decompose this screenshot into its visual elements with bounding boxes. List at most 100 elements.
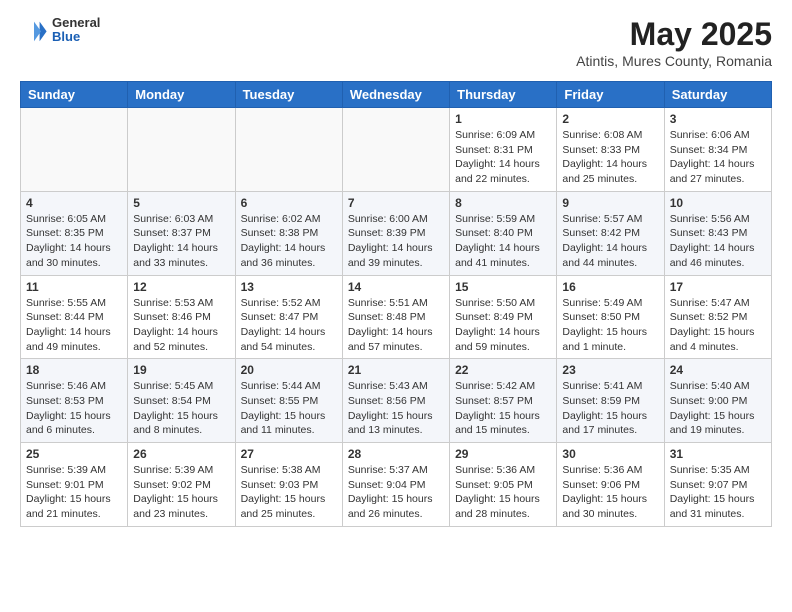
weekday-header-friday: Friday <box>557 82 664 108</box>
day-number: 9 <box>562 196 658 210</box>
day-info: Sunrise: 5:53 AM Sunset: 8:46 PM Dayligh… <box>133 296 229 355</box>
day-cell: 28Sunrise: 5:37 AM Sunset: 9:04 PM Dayli… <box>342 443 449 527</box>
day-number: 16 <box>562 280 658 294</box>
day-cell: 21 Sunrise: 5:43 AM Sunset: 8:56 PM Dayli… <box>342 359 449 443</box>
day-info: Sunrise: 5:44 AM Sunset: 8:55 PM Dayligh… <box>241 379 337 438</box>
logo-blue: Blue <box>52 30 100 44</box>
day-info: Sunrise: 5:55 AM Sunset: 8:44 PM Dayligh… <box>26 296 122 355</box>
weekday-header-saturday: Saturday <box>664 82 771 108</box>
day-number: 18 <box>26 363 122 377</box>
day-cell: 20 Sunrise: 5:44 AM Sunset: 8:55 PM Dayli… <box>235 359 342 443</box>
day-info: Sunrise: 6:03 AM Sunset: 8:37 PM Dayligh… <box>133 212 229 271</box>
day-number: 22 <box>455 363 551 377</box>
weekday-header-wednesday: Wednesday <box>342 82 449 108</box>
day-number: 17 <box>670 280 766 294</box>
logo-icon <box>20 16 48 44</box>
day-cell: 8 Sunrise: 5:59 AM Sunset: 8:40 PM Daylig… <box>450 191 557 275</box>
day-info: Sunrise: 5:51 AM Sunset: 8:48 PM Dayligh… <box>348 296 444 355</box>
day-cell: 24Sunrise: 5:40 AM Sunset: 9:00 PM Dayli… <box>664 359 771 443</box>
week-row-5: 25Sunrise: 5:39 AM Sunset: 9:01 PM Dayli… <box>21 443 772 527</box>
title-block: May 2025 Atintis, Mures County, Romania <box>576 16 772 69</box>
day-number: 2 <box>562 112 658 126</box>
day-info: Sunrise: 5:47 AM Sunset: 8:52 PM Dayligh… <box>670 296 766 355</box>
day-cell: 30Sunrise: 5:36 AM Sunset: 9:06 PM Dayli… <box>557 443 664 527</box>
day-number: 1 <box>455 112 551 126</box>
day-info: Sunrise: 5:50 AM Sunset: 8:49 PM Dayligh… <box>455 296 551 355</box>
day-cell: 13Sunrise: 5:52 AM Sunset: 8:47 PM Dayli… <box>235 275 342 359</box>
logo-general: General <box>52 16 100 30</box>
day-info: Sunrise: 6:08 AM Sunset: 8:33 PM Dayligh… <box>562 128 658 187</box>
day-number: 11 <box>26 280 122 294</box>
day-info: Sunrise: 5:43 AM Sunset: 8:56 PM Dayligh… <box>348 379 444 438</box>
logo-text: General Blue <box>52 16 100 45</box>
week-row-2: 4Sunrise: 6:05 AM Sunset: 8:35 PM Daylig… <box>21 191 772 275</box>
day-cell: 17 Sunrise: 5:47 AM Sunset: 8:52 PM Dayli… <box>664 275 771 359</box>
day-info: Sunrise: 5:39 AM Sunset: 9:01 PM Dayligh… <box>26 463 122 522</box>
day-number: 28 <box>348 447 444 461</box>
day-info: Sunrise: 5:46 AM Sunset: 8:53 PM Dayligh… <box>26 379 122 438</box>
day-cell: 7 Sunrise: 6:00 AM Sunset: 8:39 PM Daylig… <box>342 191 449 275</box>
day-number: 5 <box>133 196 229 210</box>
header: General Blue May 2025 Atintis, Mures Cou… <box>20 16 772 69</box>
logo: General Blue <box>20 16 100 45</box>
calendar-subtitle: Atintis, Mures County, Romania <box>576 53 772 69</box>
day-cell: 23 Sunrise: 5:41 AM Sunset: 8:59 PM Dayli… <box>557 359 664 443</box>
day-info: Sunrise: 5:36 AM Sunset: 9:05 PM Dayligh… <box>455 463 551 522</box>
day-cell: 26 Sunrise: 5:39 AM Sunset: 9:02 PM Dayli… <box>128 443 235 527</box>
day-cell <box>342 108 449 192</box>
day-info: Sunrise: 5:40 AM Sunset: 9:00 PM Dayligh… <box>670 379 766 438</box>
day-number: 19 <box>133 363 229 377</box>
day-number: 8 <box>455 196 551 210</box>
day-number: 27 <box>241 447 337 461</box>
day-info: Sunrise: 5:57 AM Sunset: 8:42 PM Dayligh… <box>562 212 658 271</box>
day-info: Sunrise: 5:38 AM Sunset: 9:03 PM Dayligh… <box>241 463 337 522</box>
weekday-header-sunday: Sunday <box>21 82 128 108</box>
day-number: 10 <box>670 196 766 210</box>
day-info: Sunrise: 5:45 AM Sunset: 8:54 PM Dayligh… <box>133 379 229 438</box>
day-info: Sunrise: 5:35 AM Sunset: 9:07 PM Dayligh… <box>670 463 766 522</box>
day-info: Sunrise: 6:06 AM Sunset: 8:34 PM Dayligh… <box>670 128 766 187</box>
day-info: Sunrise: 6:02 AM Sunset: 8:38 PM Dayligh… <box>241 212 337 271</box>
day-number: 12 <box>133 280 229 294</box>
day-cell: 4Sunrise: 6:05 AM Sunset: 8:35 PM Daylig… <box>21 191 128 275</box>
day-info: Sunrise: 5:41 AM Sunset: 8:59 PM Dayligh… <box>562 379 658 438</box>
day-info: Sunrise: 5:42 AM Sunset: 8:57 PM Dayligh… <box>455 379 551 438</box>
day-cell <box>235 108 342 192</box>
day-number: 20 <box>241 363 337 377</box>
day-cell: 11 Sunrise: 5:55 AM Sunset: 8:44 PM Dayli… <box>21 275 128 359</box>
day-cell: 1Sunrise: 6:09 AM Sunset: 8:31 PM Daylig… <box>450 108 557 192</box>
day-cell: 6Sunrise: 6:02 AM Sunset: 8:38 PM Daylig… <box>235 191 342 275</box>
day-info: Sunrise: 6:00 AM Sunset: 8:39 PM Dayligh… <box>348 212 444 271</box>
day-cell: 27 Sunrise: 5:38 AM Sunset: 9:03 PM Dayli… <box>235 443 342 527</box>
day-cell: 3Sunrise: 6:06 AM Sunset: 8:34 PM Daylig… <box>664 108 771 192</box>
day-cell: 14Sunrise: 5:51 AM Sunset: 8:48 PM Dayli… <box>342 275 449 359</box>
day-cell: 2 Sunrise: 6:08 AM Sunset: 8:33 PM Daylig… <box>557 108 664 192</box>
day-cell: 25Sunrise: 5:39 AM Sunset: 9:01 PM Dayli… <box>21 443 128 527</box>
page: General Blue May 2025 Atintis, Mures Cou… <box>0 0 792 543</box>
week-row-4: 18 Sunrise: 5:46 AM Sunset: 8:53 PM Dayli… <box>21 359 772 443</box>
day-info: Sunrise: 5:56 AM Sunset: 8:43 PM Dayligh… <box>670 212 766 271</box>
day-cell <box>21 108 128 192</box>
day-number: 21 <box>348 363 444 377</box>
day-cell: 29 Sunrise: 5:36 AM Sunset: 9:05 PM Dayli… <box>450 443 557 527</box>
calendar-title: May 2025 <box>576 16 772 53</box>
weekday-header-monday: Monday <box>128 82 235 108</box>
day-number: 7 <box>348 196 444 210</box>
day-cell: 10 Sunrise: 5:56 AM Sunset: 8:43 PM Dayli… <box>664 191 771 275</box>
day-cell: 18 Sunrise: 5:46 AM Sunset: 8:53 PM Dayli… <box>21 359 128 443</box>
weekday-header-tuesday: Tuesday <box>235 82 342 108</box>
day-number: 4 <box>26 196 122 210</box>
day-cell: 15Sunrise: 5:50 AM Sunset: 8:49 PM Dayli… <box>450 275 557 359</box>
day-number: 23 <box>562 363 658 377</box>
day-info: Sunrise: 5:59 AM Sunset: 8:40 PM Dayligh… <box>455 212 551 271</box>
day-info: Sunrise: 5:39 AM Sunset: 9:02 PM Dayligh… <box>133 463 229 522</box>
week-row-3: 11 Sunrise: 5:55 AM Sunset: 8:44 PM Dayli… <box>21 275 772 359</box>
day-number: 30 <box>562 447 658 461</box>
day-cell: 31 Sunrise: 5:35 AM Sunset: 9:07 PM Dayli… <box>664 443 771 527</box>
day-number: 26 <box>133 447 229 461</box>
day-info: Sunrise: 5:52 AM Sunset: 8:47 PM Dayligh… <box>241 296 337 355</box>
day-number: 29 <box>455 447 551 461</box>
day-cell: 16Sunrise: 5:49 AM Sunset: 8:50 PM Dayli… <box>557 275 664 359</box>
day-number: 31 <box>670 447 766 461</box>
day-cell: 5 Sunrise: 6:03 AM Sunset: 8:37 PM Daylig… <box>128 191 235 275</box>
